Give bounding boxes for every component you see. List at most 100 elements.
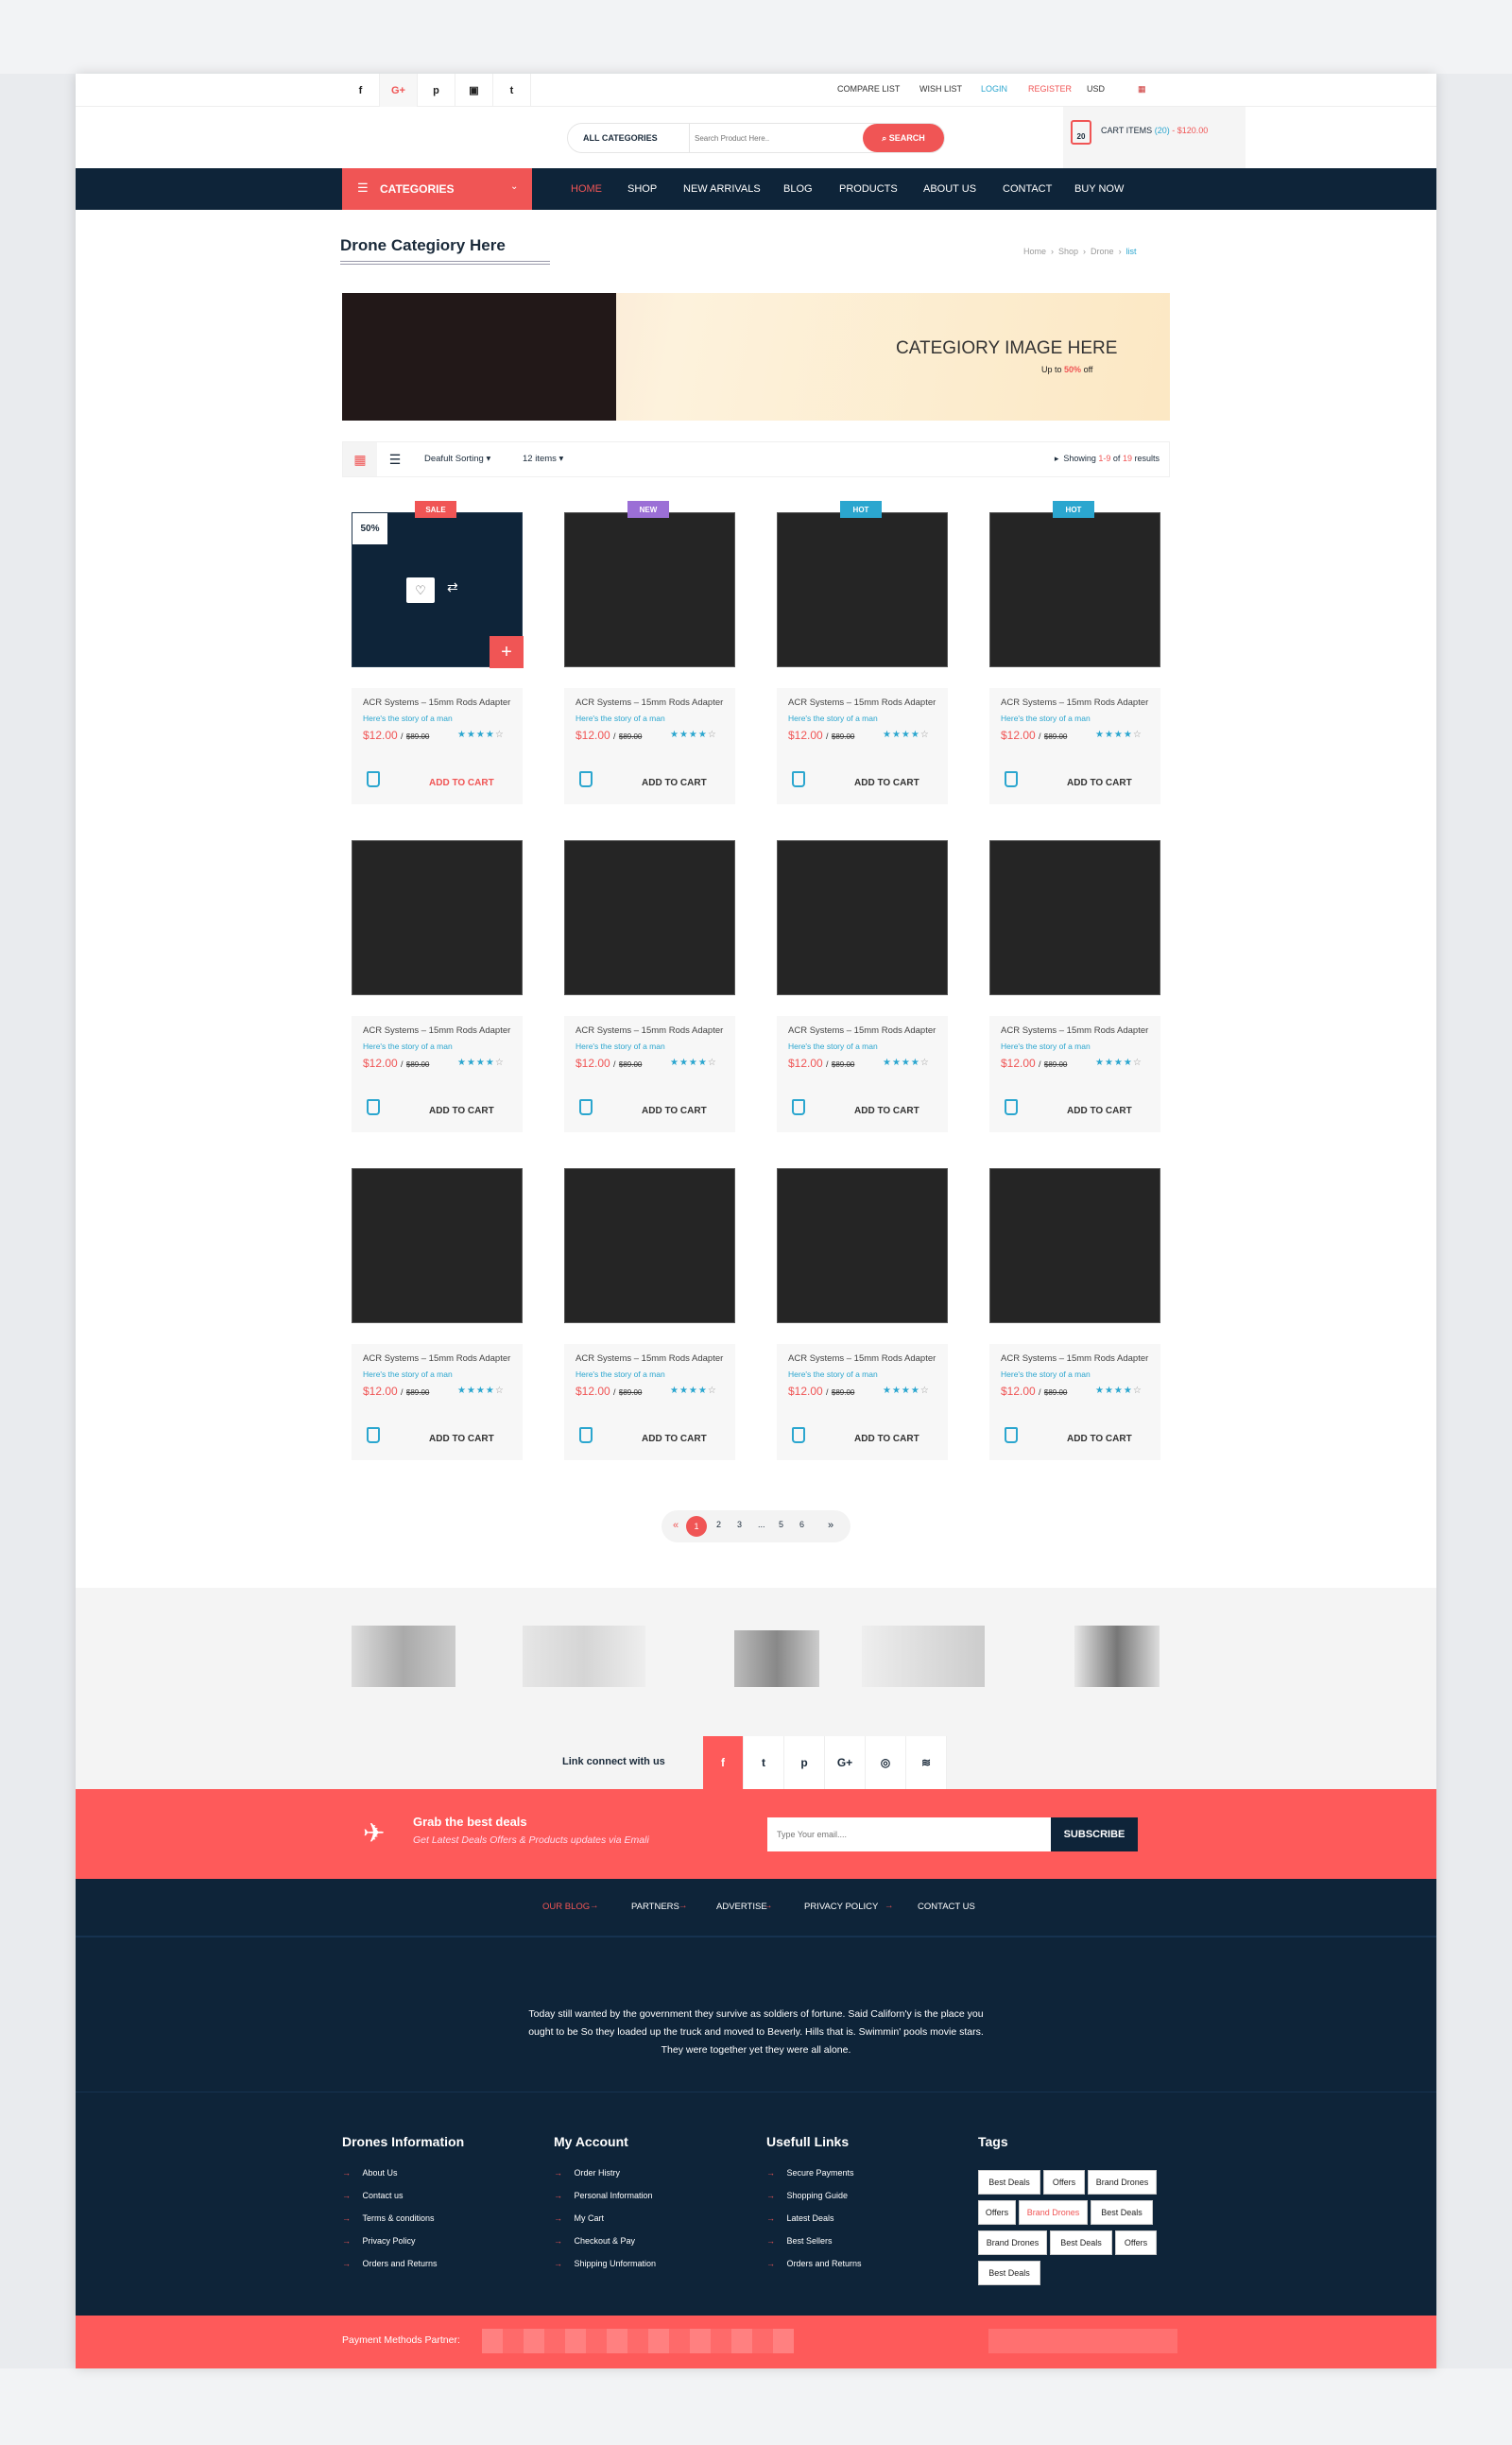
product-image[interactable]: HOT: [777, 501, 948, 667]
product-image[interactable]: [989, 1168, 1160, 1323]
add-to-cart-button[interactable]: ADD TO CART: [642, 778, 707, 788]
footer-link-our-blog[interactable]: OUR BLOG: [542, 1902, 590, 1912]
tag[interactable]: Best Deals: [1050, 2230, 1112, 2255]
youtube-icon[interactable]: ▣: [455, 74, 493, 107]
nav-item-new-arrivals[interactable]: NEW ARRIVALS: [683, 183, 761, 195]
shopping-bag-icon[interactable]: [792, 1427, 805, 1443]
nav-item-buy-now[interactable]: BUY NOW: [1074, 183, 1124, 195]
flag-icon[interactable]: ▦: [1138, 84, 1146, 95]
footer-column-link[interactable]: Contact us: [342, 2191, 404, 2200]
pinterest-icon[interactable]: p: [784, 1736, 825, 1789]
product-name[interactable]: ACR Systems – 15mm Rods Adapter: [576, 1025, 723, 1036]
nav-item-contact[interactable]: CONTACT: [1003, 183, 1052, 195]
product-name[interactable]: ACR Systems – 15mm Rods Adapter: [1001, 1025, 1148, 1036]
product-name[interactable]: ACR Systems – 15mm Rods Adapter: [1001, 1353, 1148, 1364]
nav-item-shop[interactable]: SHOP: [627, 183, 657, 195]
currency-select[interactable]: USD: [1087, 84, 1105, 94]
add-to-cart-button[interactable]: ADD TO CART: [1067, 1106, 1132, 1116]
login-link[interactable]: LOGIN: [981, 84, 1007, 94]
page-5[interactable]: 5: [779, 1520, 783, 1529]
footer-link-contact-us[interactable]: CONTACT US: [918, 1902, 975, 1912]
product-image[interactable]: [564, 840, 735, 995]
search-button[interactable]: ⌕ SEARCH: [863, 124, 944, 152]
footer-column-link[interactable]: Personal Information: [554, 2191, 653, 2200]
page-2[interactable]: 2: [716, 1520, 721, 1529]
footer-column-link[interactable]: My Cart: [554, 2213, 605, 2223]
tag[interactable]: Best Deals: [978, 2170, 1040, 2195]
footer-column-link[interactable]: Shopping Guide: [766, 2191, 849, 2200]
shopping-bag-icon[interactable]: [579, 771, 593, 787]
register-link[interactable]: REGISTER: [1028, 84, 1072, 94]
twitter-icon[interactable]: t: [744, 1736, 784, 1789]
shopping-bag-icon[interactable]: [1005, 1099, 1018, 1115]
product-image[interactable]: HOT: [989, 501, 1160, 667]
shopping-bag-icon[interactable]: [792, 771, 805, 787]
nav-item-blog[interactable]: BLOG: [783, 183, 813, 195]
shopping-bag-icon[interactable]: [1005, 1427, 1018, 1443]
product-name[interactable]: ACR Systems – 15mm Rods Adapter: [363, 1353, 510, 1364]
wish-list-link[interactable]: WISH LIST: [919, 84, 962, 94]
footer-column-link[interactable]: Best Sellers: [766, 2236, 833, 2246]
footer-column-link[interactable]: Latest Deals: [766, 2213, 834, 2223]
search-input[interactable]: [695, 128, 836, 148]
add-to-cart-button[interactable]: ADD TO CART: [642, 1106, 707, 1116]
footer-column-link[interactable]: Terms & conditions: [342, 2213, 435, 2223]
brand-logo[interactable]: [734, 1630, 819, 1687]
footer-column-link[interactable]: Checkout & Pay: [554, 2236, 636, 2246]
brand-logo[interactable]: [523, 1626, 645, 1687]
product-name[interactable]: ACR Systems – 15mm Rods Adapter: [788, 1353, 936, 1364]
tag[interactable]: Offers: [1043, 2170, 1085, 2195]
product-name[interactable]: ACR Systems – 15mm Rods Adapter: [788, 697, 936, 708]
product-name[interactable]: ACR Systems – 15mm Rods Adapter: [576, 1353, 723, 1364]
brand-logo[interactable]: [352, 1626, 455, 1687]
email-input[interactable]: [767, 1817, 1051, 1851]
grid-view-icon[interactable]: ▦: [343, 442, 377, 476]
items-per-page-select[interactable]: 12 items ▾: [523, 454, 563, 464]
product-image[interactable]: [352, 840, 523, 995]
add-to-cart-button[interactable]: ADD TO CART: [642, 1434, 707, 1444]
nav-item-about-us[interactable]: ABOUT US: [923, 183, 976, 195]
footer-column-link[interactable]: Orders and Returns: [342, 2259, 438, 2268]
add-to-cart-button[interactable]: ADD TO CART: [429, 778, 494, 788]
add-to-cart-button[interactable]: ADD TO CART: [429, 1106, 494, 1116]
footer-column-link[interactable]: Orders and Returns: [766, 2259, 862, 2268]
tag[interactable]: Brand Drones: [978, 2230, 1047, 2255]
product-name[interactable]: ACR Systems – 15mm Rods Adapter: [788, 1025, 936, 1036]
compare-list-link[interactable]: COMPARE LIST: [837, 84, 900, 94]
brand-logo[interactable]: [862, 1626, 985, 1687]
product-name[interactable]: ACR Systems – 15mm Rods Adapter: [1001, 697, 1148, 708]
footer-column-link[interactable]: Order Histry: [554, 2168, 621, 2178]
shopping-bag-icon[interactable]: [792, 1099, 805, 1115]
nav-item-home[interactable]: HOME: [571, 183, 602, 195]
shopping-bag-icon[interactable]: [579, 1099, 593, 1115]
footer-column-link[interactable]: Shipping Unformation: [554, 2259, 657, 2268]
shopping-bag-icon[interactable]: [367, 771, 380, 787]
add-to-cart-button[interactable]: ADD TO CART: [429, 1434, 494, 1444]
compare-icon[interactable]: ⇄: [447, 579, 458, 595]
shopping-bag-icon[interactable]: [367, 1427, 380, 1443]
tag[interactable]: Offers: [1115, 2230, 1157, 2255]
google-plus-icon[interactable]: G+: [380, 74, 418, 107]
product-image[interactable]: [989, 840, 1160, 995]
twitter-icon[interactable]: t: [493, 74, 531, 107]
add-to-cart-button[interactable]: ADD TO CART: [1067, 1434, 1132, 1444]
footer-column-link[interactable]: Privacy Policy: [342, 2236, 416, 2246]
breadcrumb-shop[interactable]: Shop: [1058, 247, 1078, 256]
shopping-bag-icon[interactable]: [1005, 771, 1018, 787]
add-to-cart-button[interactable]: ADD TO CART: [854, 1106, 919, 1116]
footer-link-advertise[interactable]: ADVERTISE: [716, 1902, 767, 1912]
product-image[interactable]: [777, 1168, 948, 1323]
footer-link-privacy-policy[interactable]: PRIVACY POLICY: [804, 1902, 878, 1912]
add-to-cart-button[interactable]: ADD TO CART: [854, 1434, 919, 1444]
breadcrumb-drone[interactable]: Drone: [1091, 247, 1114, 256]
shopping-bag-icon[interactable]: [579, 1427, 593, 1443]
footer-column-link[interactable]: About Us: [342, 2168, 398, 2178]
categories-menu-button[interactable]: ☰ CATEGORIES ⌄: [342, 168, 532, 210]
instagram-icon[interactable]: ◎: [866, 1736, 906, 1789]
product-image[interactable]: [777, 840, 948, 995]
tag[interactable]: Offers: [978, 2200, 1016, 2225]
pagination-prev[interactable]: «: [673, 1520, 679, 1531]
wishlist-heart-icon[interactable]: ♡: [406, 577, 435, 603]
page-1[interactable]: 1: [686, 1516, 707, 1537]
google-plus-icon[interactable]: G+: [825, 1736, 866, 1789]
